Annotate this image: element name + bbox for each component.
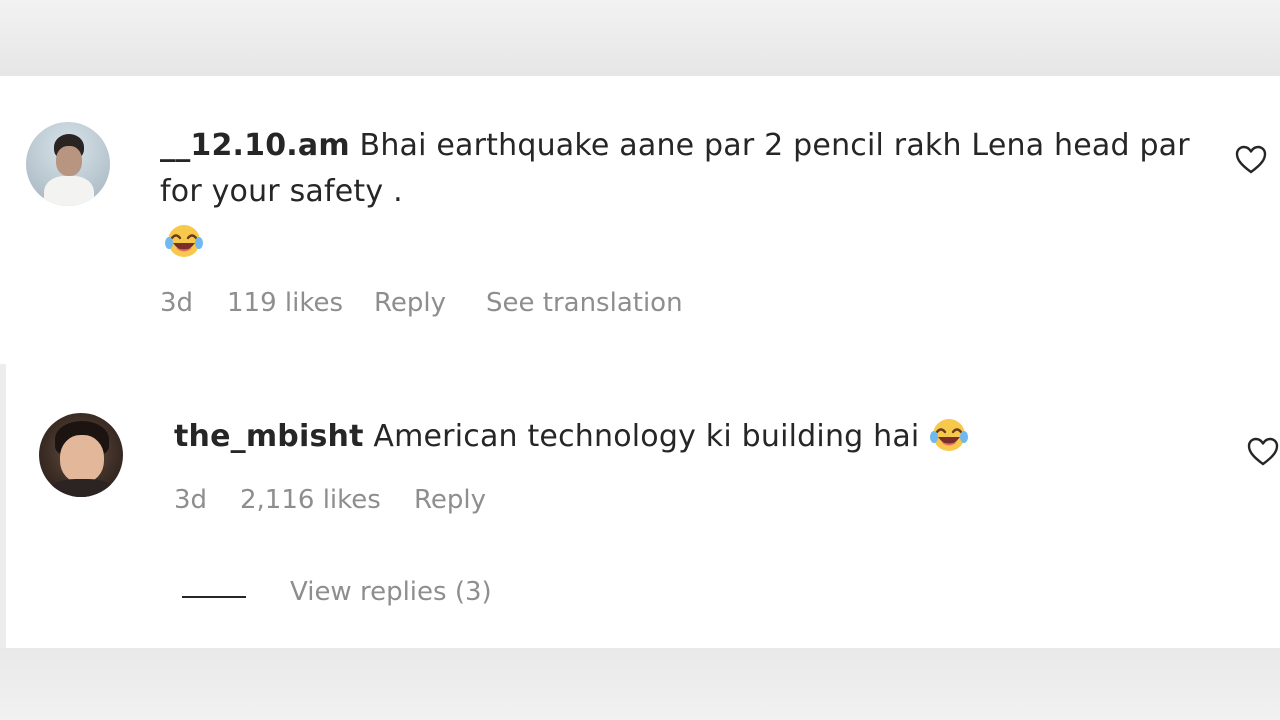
see-translation-button[interactable]: See translation	[486, 288, 683, 318]
avatar[interactable]	[39, 413, 123, 497]
avatar-body	[49, 479, 115, 497]
comment-text: __12.10.am Bhai earthquake aane par 2 pe…	[160, 123, 1200, 215]
comment-time: 3d	[160, 288, 194, 318]
comment-username[interactable]: the_mbisht	[174, 419, 364, 454]
avatar[interactable]	[26, 122, 110, 206]
comment-text: the_mbisht American technology ki buildi…	[174, 414, 1214, 460]
avatar-body	[44, 176, 94, 206]
comment-likes[interactable]: 119 likes	[227, 288, 343, 318]
replies-divider	[182, 596, 246, 598]
laughing-emoji-icon	[929, 416, 969, 454]
avatar-face	[60, 435, 104, 483]
comment-username[interactable]: __12.10.am	[160, 128, 350, 163]
heart-icon[interactable]	[1246, 436, 1280, 468]
reply-button[interactable]: Reply	[414, 485, 486, 515]
comment-likes[interactable]: 2,116 likes	[240, 485, 381, 515]
bottom-background	[0, 648, 1280, 720]
comment-time: 3d	[174, 485, 208, 515]
laughing-emoji-icon	[164, 222, 204, 260]
top-background	[0, 0, 1280, 76]
heart-icon[interactable]	[1234, 144, 1268, 176]
view-replies-button[interactable]: View replies (3)	[290, 577, 492, 607]
comment-card-1	[0, 76, 1280, 364]
avatar-face	[56, 146, 82, 176]
comment-body: American technology ki building hai	[373, 419, 920, 454]
reply-button[interactable]: Reply	[374, 288, 446, 318]
